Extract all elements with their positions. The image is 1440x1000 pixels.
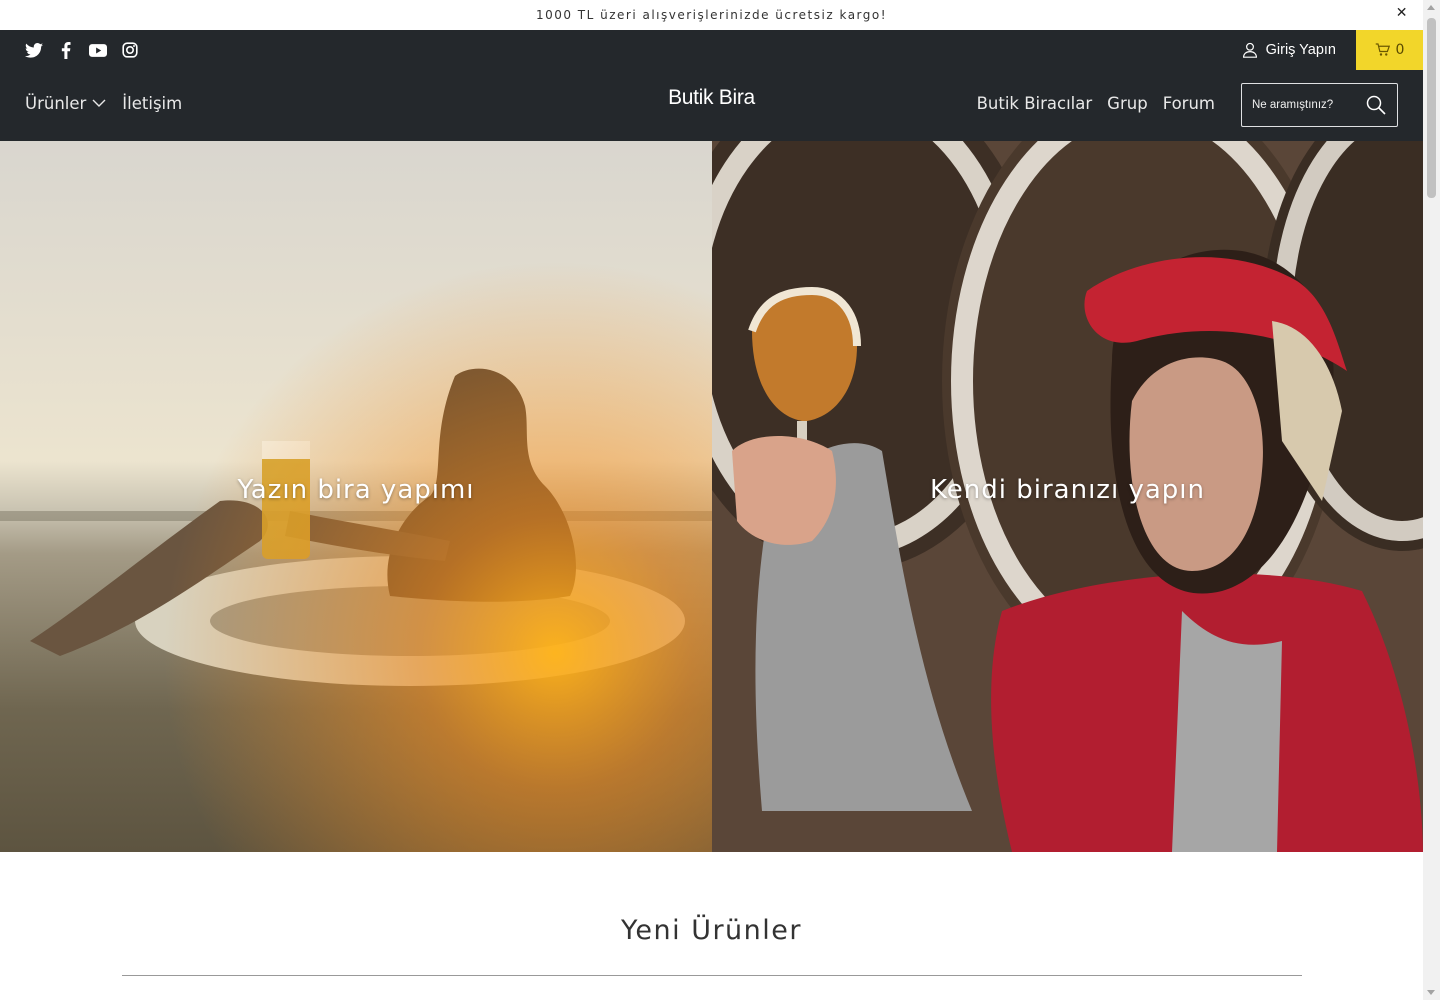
scroll-up-icon[interactable] [1427, 5, 1435, 10]
nav-item-forum[interactable]: Forum [1163, 94, 1215, 113]
cart-button[interactable]: 0 [1356, 30, 1423, 70]
page-scrollbar[interactable] [1423, 0, 1440, 1000]
close-icon[interactable]: ✕ [1396, 5, 1409, 21]
facebook-icon[interactable] [56, 40, 76, 60]
announcement-bar: 1000 TL üzeri alışverişlerinizde ücretsi… [0, 0, 1423, 30]
twitter-icon[interactable] [24, 40, 44, 60]
user-icon [1242, 42, 1257, 58]
cart-icon [1375, 43, 1390, 56]
social-links [24, 40, 140, 60]
scroll-down-icon[interactable] [1427, 990, 1435, 995]
youtube-icon[interactable] [88, 40, 108, 60]
hero-caption: Yazın bira yapımı [237, 475, 475, 505]
section-divider [122, 975, 1302, 976]
search-icon[interactable] [1366, 95, 1386, 115]
login-link[interactable]: Giriş Yapın [1242, 42, 1336, 58]
hero-banner-brew-your-own[interactable]: Kendi biranızı yapın [712, 141, 1423, 852]
login-label: Giriş Yapın [1265, 42, 1336, 58]
hero-caption: Kendi biranızı yapın [930, 475, 1205, 505]
nav-item-butik-biracilar[interactable]: Butik Biracılar [977, 94, 1093, 113]
section-title: Yeni Ürünler [620, 915, 802, 946]
cart-count: 0 [1395, 42, 1405, 58]
announcement-text: 1000 TL üzeri alışverişlerinizde ücretsi… [535, 8, 888, 22]
hero-banner-summer-brewing[interactable]: Yazın bira yapımı [0, 141, 712, 852]
search-input[interactable] [1252, 99, 1360, 111]
top-bar: Giriş Yapın 0 [0, 30, 1423, 70]
main-nav: Ürünler İletişim Butik Bira Butik Biracı… [0, 70, 1423, 141]
instagram-icon[interactable] [120, 40, 140, 60]
nav-item-grup[interactable]: Grup [1107, 94, 1148, 113]
scrollbar-thumb[interactable] [1427, 18, 1436, 198]
search-box [1241, 83, 1398, 127]
